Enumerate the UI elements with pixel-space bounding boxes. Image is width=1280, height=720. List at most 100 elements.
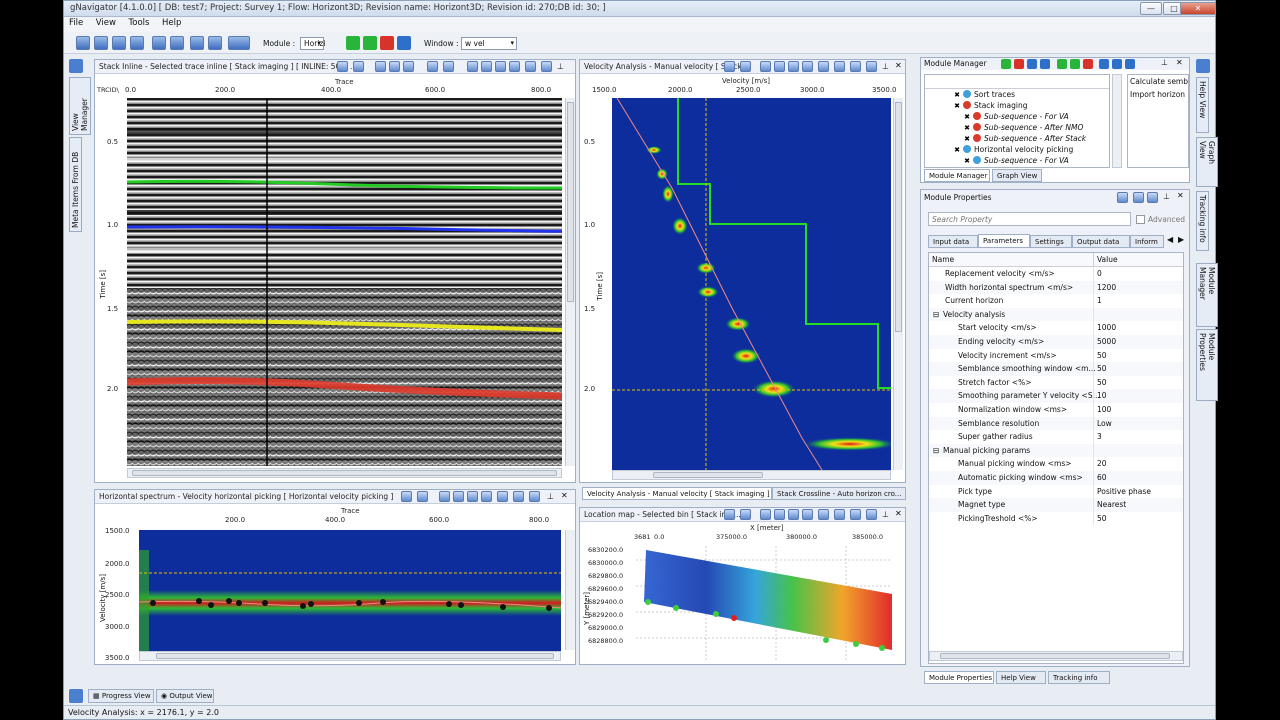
pick-icon[interactable] bbox=[802, 509, 813, 520]
module-tree-item[interactable]: ✖ Sub-sequence - After NMO bbox=[963, 123, 1083, 134]
pin-icon[interactable]: ⊥ bbox=[882, 62, 889, 71]
tab-help-view-side[interactable]: Help View bbox=[1196, 77, 1209, 133]
zoom-fit-icon[interactable] bbox=[403, 61, 414, 72]
module-tree-item[interactable]: ✖ Sub-sequence - For VA bbox=[963, 156, 1069, 167]
menu-file[interactable]: File bbox=[64, 17, 88, 29]
grid-icon[interactable] bbox=[818, 61, 829, 72]
settings-icon[interactable] bbox=[866, 509, 877, 520]
disable-toggle-icon[interactable]: ✖ bbox=[953, 146, 961, 154]
tab-input-data[interactable]: Input data bbox=[928, 235, 978, 248]
zoom-icon[interactable] bbox=[724, 509, 735, 520]
download-icon[interactable] bbox=[497, 491, 508, 502]
property-value[interactable]: 3 bbox=[1097, 432, 1102, 441]
seismic-section[interactable] bbox=[127, 98, 562, 466]
property-value[interactable]: 0 bbox=[1097, 269, 1102, 278]
zoom-in-icon[interactable] bbox=[375, 61, 386, 72]
tab-graph-view[interactable]: Graph View bbox=[992, 169, 1042, 182]
property-value[interactable]: Positive phase bbox=[1097, 487, 1151, 496]
disable-toggle-icon[interactable]: ✖ bbox=[963, 135, 971, 143]
window-select[interactable]: w vel bbox=[461, 37, 517, 50]
pin-icon[interactable]: ⊥ bbox=[547, 492, 554, 501]
tab-output-view[interactable]: ◉ Output View bbox=[156, 689, 214, 703]
selected-bin-marker[interactable] bbox=[731, 615, 737, 621]
tab-inform[interactable]: Inform bbox=[1130, 235, 1164, 248]
expand-left-icon[interactable] bbox=[69, 59, 83, 73]
export-icon[interactable] bbox=[509, 61, 520, 72]
advanced-checkbox[interactable] bbox=[1136, 215, 1145, 224]
select-icon[interactable] bbox=[788, 61, 799, 72]
move-up-icon[interactable] bbox=[1027, 59, 1037, 69]
settings-icon[interactable] bbox=[866, 61, 877, 72]
horizontal-scrollbar[interactable] bbox=[612, 470, 891, 480]
menu-tools[interactable]: Tools bbox=[124, 17, 155, 29]
tab-output-data[interactable]: Output data bbox=[1072, 235, 1130, 248]
property-value[interactable]: Low bbox=[1097, 419, 1112, 428]
property-value[interactable]: 1000 bbox=[1097, 323, 1116, 332]
tab-scroll-left-icon[interactable]: ◀ bbox=[1167, 235, 1173, 244]
module-list-item[interactable]: Calculate sembla bbox=[1128, 75, 1188, 88]
menu-view[interactable]: View bbox=[91, 17, 121, 29]
location-map[interactable] bbox=[636, 546, 892, 660]
module-tree-item[interactable]: ✖ Sort traces bbox=[953, 90, 1015, 101]
property-row[interactable]: Width horizontal spectrum <m/s> 1200 bbox=[929, 280, 1183, 295]
pin-icon[interactable]: ⊥ bbox=[557, 62, 564, 71]
vertical-scrollbar[interactable] bbox=[565, 98, 575, 466]
menu-help[interactable]: Help bbox=[157, 17, 186, 29]
semblance-spectrum[interactable] bbox=[612, 98, 891, 470]
zoom-out-icon[interactable] bbox=[774, 61, 785, 72]
download-icon[interactable] bbox=[495, 61, 506, 72]
close-icon[interactable]: ✕ bbox=[561, 491, 568, 500]
property-row[interactable]: Ending velocity <m/s> 5000 bbox=[929, 335, 1183, 349]
help-icon[interactable] bbox=[541, 61, 552, 72]
property-value[interactable]: Nearest bbox=[1097, 500, 1126, 509]
run-mode-icon[interactable] bbox=[228, 36, 250, 50]
tab-module-properties-side[interactable]: Module Properties bbox=[1196, 329, 1218, 401]
property-value[interactable]: 60 bbox=[1097, 473, 1107, 482]
pin-icon[interactable]: ⊥ bbox=[1163, 192, 1170, 201]
property-value[interactable]: 50 bbox=[1097, 351, 1107, 360]
property-value[interactable]: 10 bbox=[1097, 391, 1107, 400]
view-icon[interactable] bbox=[740, 509, 751, 520]
move-down-icon[interactable] bbox=[1040, 59, 1050, 69]
pick-icon[interactable] bbox=[481, 491, 492, 502]
back-icon[interactable] bbox=[1133, 192, 1144, 203]
export-icon[interactable] bbox=[850, 61, 861, 72]
disable-toggle-icon[interactable]: ✖ bbox=[953, 102, 961, 110]
select-icon[interactable] bbox=[788, 509, 799, 520]
pick-icon[interactable] bbox=[802, 61, 813, 72]
vertical-scrollbar[interactable] bbox=[565, 530, 575, 650]
tab-module-manager-side[interactable]: Module Manager bbox=[1196, 263, 1218, 327]
stop-icon[interactable] bbox=[380, 36, 394, 50]
download-icon[interactable] bbox=[834, 509, 845, 520]
zoom-out-icon[interactable] bbox=[453, 491, 464, 502]
horizontal-velocity-spectrum[interactable] bbox=[139, 530, 561, 660]
remove-icon[interactable] bbox=[1014, 59, 1024, 69]
paste-icon[interactable] bbox=[1112, 59, 1122, 69]
close-icon[interactable]: ✕ bbox=[895, 509, 902, 518]
horizontal-scrollbar[interactable] bbox=[139, 651, 561, 661]
play-next-icon[interactable] bbox=[363, 36, 377, 50]
close-button[interactable]: ✕ bbox=[1180, 2, 1216, 15]
tab-settings[interactable]: Settings bbox=[1030, 235, 1072, 248]
module-tree-item[interactable]: ✖ Stack imaging bbox=[953, 101, 1028, 112]
property-group[interactable]: ⊟ Velocity analysis bbox=[929, 307, 1183, 322]
expand-right-icon[interactable] bbox=[1196, 59, 1210, 73]
tab-meta-items[interactable]: Meta Items From DB bbox=[69, 137, 82, 232]
search-property-input[interactable] bbox=[928, 212, 1131, 226]
property-row[interactable]: Super gather radius 3 bbox=[929, 430, 1183, 444]
property-value[interactable]: 5000 bbox=[1097, 337, 1116, 346]
collapse-icon[interactable]: ⊟ bbox=[933, 446, 939, 455]
download-icon[interactable] bbox=[834, 61, 845, 72]
settings-icon[interactable] bbox=[1125, 59, 1135, 69]
module-tree-item[interactable]: ✖ Horizontal velocity picking bbox=[953, 145, 1073, 156]
tab-help-view[interactable]: Help View bbox=[996, 671, 1046, 684]
disable-toggle-icon[interactable]: ✖ bbox=[953, 91, 961, 99]
property-value[interactable]: 100 bbox=[1097, 405, 1111, 414]
disable-toggle-icon[interactable]: ✖ bbox=[963, 124, 971, 132]
export-icon[interactable] bbox=[513, 491, 524, 502]
pick-icon[interactable] bbox=[481, 61, 492, 72]
stop-icon[interactable] bbox=[1083, 59, 1093, 69]
run-next-icon[interactable] bbox=[1070, 59, 1080, 69]
module-tree-item[interactable]: ✖ Sub-sequence - After Stack bbox=[963, 134, 1086, 145]
zoom-icon[interactable] bbox=[724, 61, 735, 72]
